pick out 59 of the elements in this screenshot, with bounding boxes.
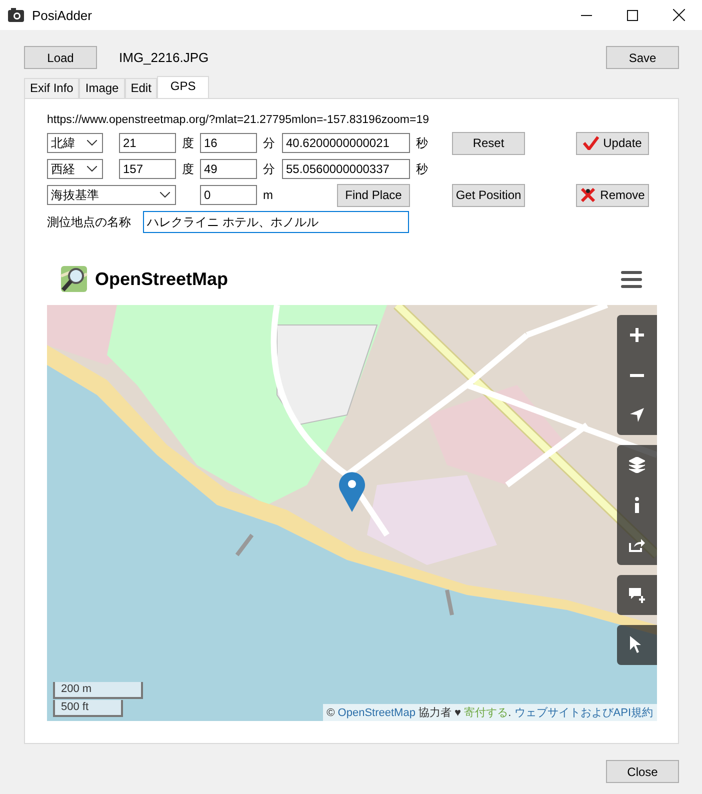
map-brand: OpenStreetMap (95, 268, 228, 290)
menu-icon[interactable] (621, 270, 642, 288)
chevron-icon (160, 192, 170, 198)
window-title: PosiAdder (32, 8, 92, 22)
seconds-field[interactable]: 55.0560000000337 (282, 159, 410, 179)
unit-label: 秒 (415, 160, 429, 178)
unit-label: 分 (262, 134, 276, 152)
file-name: IMG_2216.JPG (119, 50, 209, 65)
reset-button[interactable]: Reset (452, 132, 525, 154)
minus-icon (630, 374, 644, 376)
close-icon[interactable] (673, 9, 685, 21)
tab[interactable]: Exif Info (24, 78, 80, 98)
map-logo-icon (59, 264, 89, 294)
minimize-icon[interactable] (581, 14, 592, 16)
location-pin-icon (339, 472, 365, 512)
unit-label: 度 (181, 160, 195, 178)
maximize-icon[interactable] (627, 10, 638, 20)
unit-label: 秒 (415, 134, 429, 152)
seconds-field[interactable]: 40.6200000000021 (282, 133, 410, 153)
find-place-button[interactable]: Find Place (337, 184, 410, 206)
minutes-field[interactable]: 49 (200, 159, 257, 179)
map-url: https://www.openstreetmap.org/?mlat=21.27795mlon=-157.83196zoom=19 (47, 114, 430, 126)
checkmark-icon (583, 136, 600, 150)
get-position-button[interactable]: Get Position (452, 184, 525, 206)
place-name-label: 測位地点の名称 (47, 214, 132, 230)
scale-bar: 200 m (53, 682, 143, 699)
layers-icon (629, 457, 645, 473)
dropdown[interactable]: 海抜基準 (47, 185, 176, 205)
unit-label: 分 (262, 160, 276, 178)
share-icon (629, 538, 645, 552)
tab[interactable]: Edit (124, 78, 158, 98)
plus-icon (630, 328, 644, 342)
attribution-link[interactable]: ウェブサイトおよびAPI規約 (514, 707, 653, 719)
place-name-field[interactable]: ハレクライニ ホテル、ホノルル (143, 211, 409, 233)
attribution-link[interactable]: OpenStreetMap (338, 707, 416, 719)
dropdown[interactable]: 北緯 (47, 133, 103, 153)
info-icon (635, 497, 639, 513)
chevron-icon (87, 140, 97, 146)
minutes-field[interactable]: 16 (200, 133, 257, 153)
tab[interactable]: Image (79, 78, 125, 98)
load-button[interactable]: Load (24, 46, 97, 69)
unit-label: m (262, 188, 274, 202)
speech-bubble-icon (629, 588, 645, 602)
degrees-field[interactable]: 21 (119, 133, 176, 153)
remove-button[interactable]: Remove (576, 184, 649, 206)
cross-icon (580, 188, 596, 202)
attribution-text: © OpenStreetMap 協力者 ♥ 寄付する. ウェブサイトおよびAPI規約 (322, 704, 657, 721)
save-button[interactable]: Save (606, 46, 679, 69)
tab[interactable]: GPS (157, 76, 209, 98)
camera-icon (8, 8, 24, 22)
unit-label: 度 (181, 134, 195, 152)
chevron-icon (87, 166, 97, 172)
update-button[interactable]: Update (576, 132, 649, 154)
navigation-arrow-icon (630, 408, 644, 422)
degrees-field[interactable]: 157 (119, 159, 176, 179)
dropdown[interactable]: 西経 (47, 159, 103, 179)
altitude-field[interactable]: 0 (200, 185, 257, 205)
close-button[interactable]: Close (606, 760, 679, 783)
scale-bar: 500 ft (53, 700, 123, 717)
